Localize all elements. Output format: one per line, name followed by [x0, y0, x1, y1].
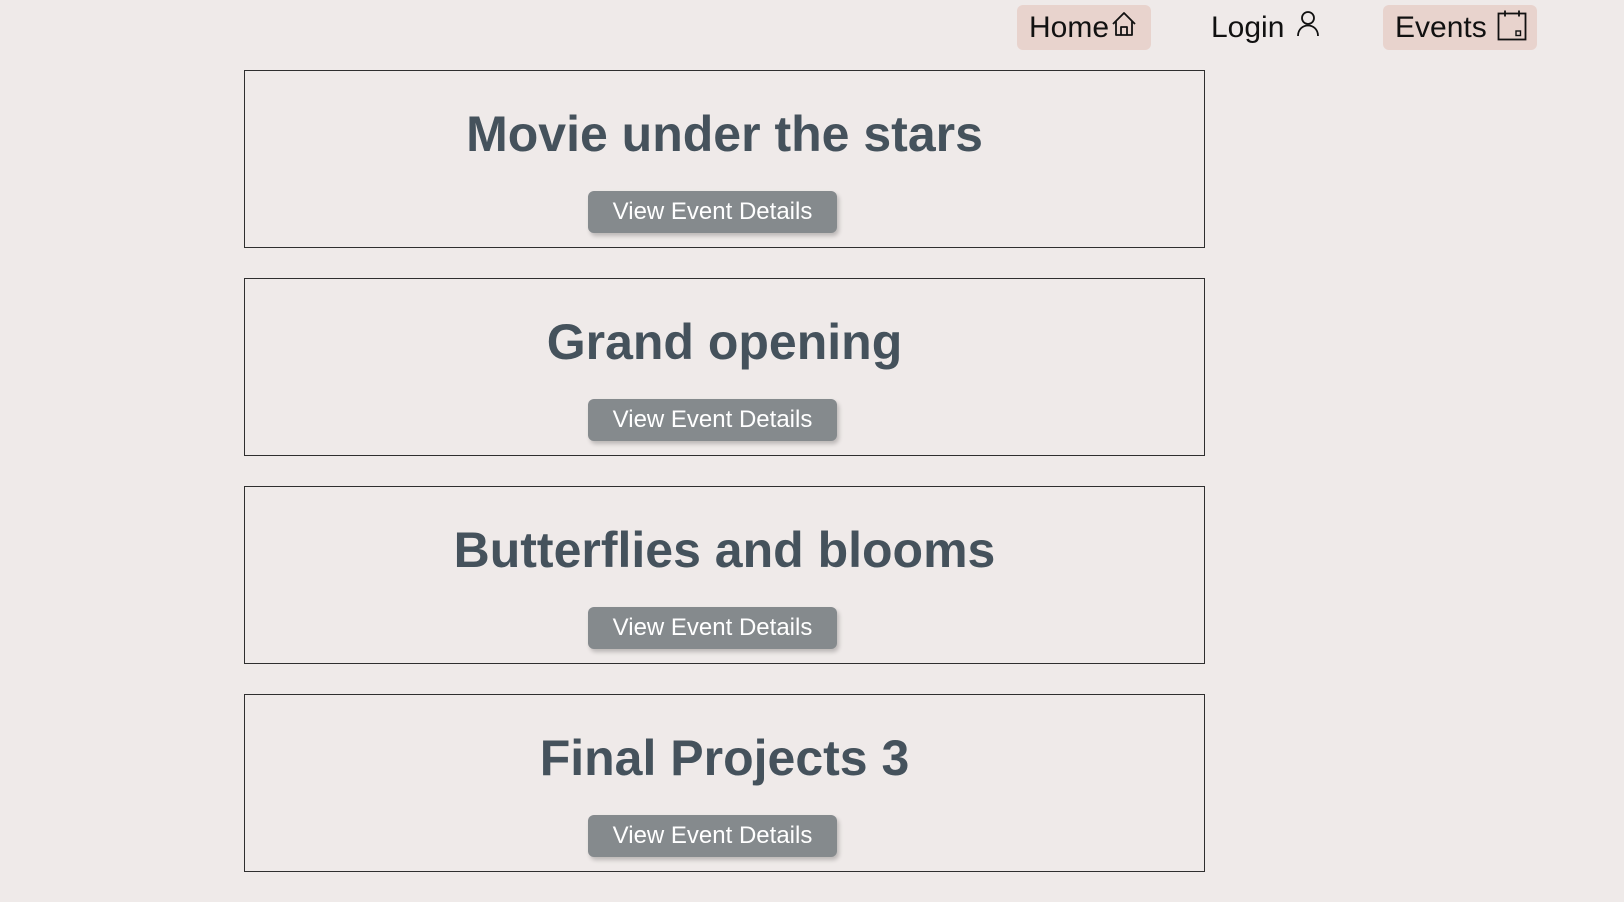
home-icon — [1110, 10, 1138, 46]
view-event-details-button[interactable]: View Event Details — [588, 399, 837, 441]
event-title: Butterflies and blooms — [453, 522, 996, 578]
user-icon — [1296, 10, 1320, 46]
nav-login-label: Login — [1211, 10, 1285, 44]
view-event-details-button[interactable]: View Event Details — [588, 815, 837, 857]
view-event-details-button[interactable]: View Event Details — [588, 191, 837, 233]
event-card: Final Projects 3 View Event Details — [244, 694, 1205, 872]
event-title: Final Projects 3 — [539, 730, 910, 786]
nav-login-link[interactable]: Login — [1199, 5, 1339, 50]
nav-events-link[interactable]: Events — [1383, 5, 1537, 50]
event-card: Butterflies and blooms View Event Detail… — [244, 486, 1205, 664]
view-event-details-button[interactable]: View Event Details — [588, 607, 837, 649]
event-title: Movie under the stars — [466, 106, 983, 162]
nav-home-label: Home — [1029, 10, 1110, 44]
nav-home-link[interactable]: Home — [1017, 5, 1151, 50]
event-card: Movie under the stars View Event Details — [244, 70, 1205, 248]
calendar-icon — [1497, 10, 1527, 46]
event-title: Grand opening — [546, 314, 903, 370]
top-nav: Home Login Events — [0, 5, 1624, 50]
nav-events-label: Events — [1395, 10, 1487, 44]
event-list: Movie under the stars View Event Details… — [244, 70, 1205, 902]
event-card: Grand opening View Event Details — [244, 278, 1205, 456]
